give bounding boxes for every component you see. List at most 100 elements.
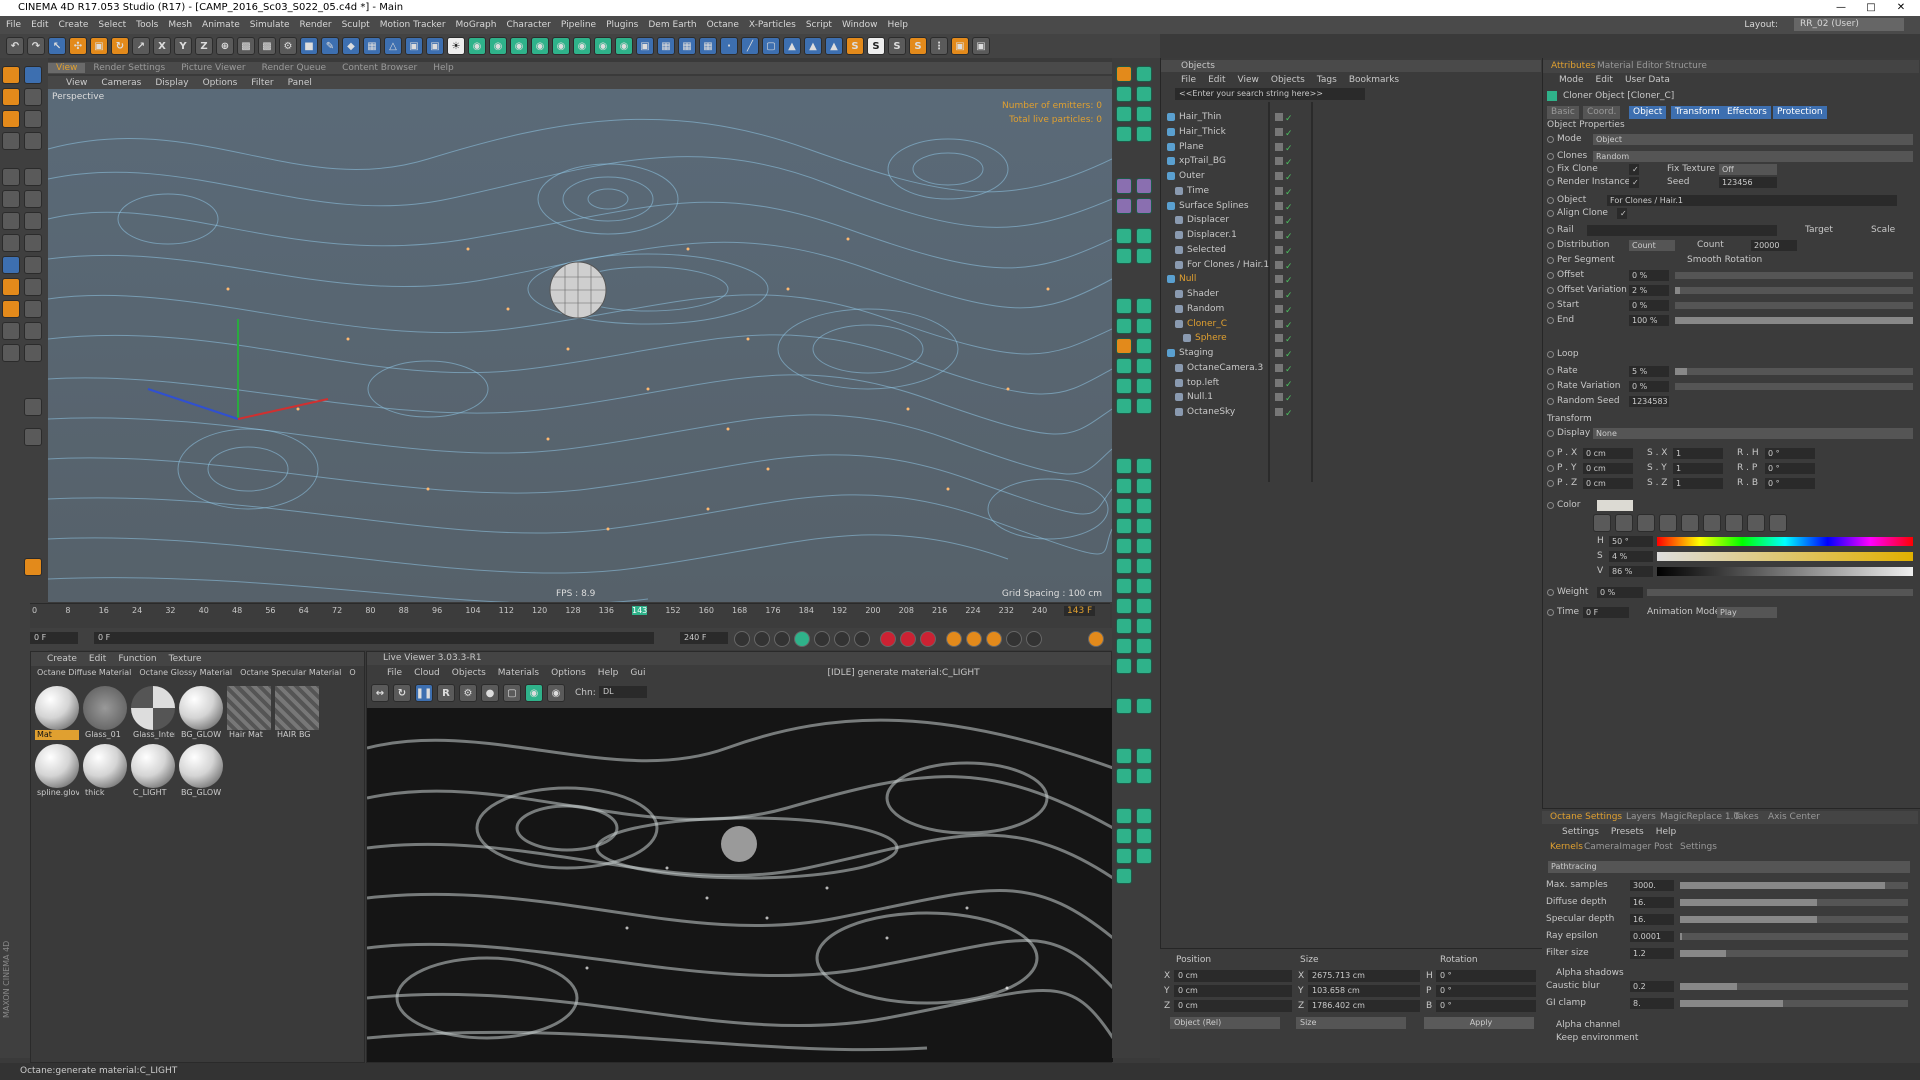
object-row[interactable]: Cloner_C ✓ [1161,317,1541,331]
vp-menu-view[interactable]: View [66,78,87,88]
tab-attributes[interactable]: Attributes [1547,60,1599,73]
mode-dropdown[interactable]: Object [1593,134,1913,145]
xp-dynamics-icon[interactable] [1136,638,1152,654]
z-axis-icon[interactable]: Z [195,37,213,55]
visibility-toggle[interactable] [1275,408,1283,416]
attr-menu-mode[interactable]: Mode [1559,75,1584,85]
points-mode-icon[interactable]: ⋅ [720,37,738,55]
visibility-toggle[interactable] [1275,186,1283,195]
object-row[interactable]: Sphere ✓ [1161,331,1541,345]
prev-key-icon[interactable] [754,631,770,647]
coord-size-z[interactable]: 1786.402 cm [1308,1000,1420,1012]
lock-plane-icon[interactable]: ▦ [699,37,717,55]
sx-field[interactable]: 1 [1673,448,1723,459]
tab-takes[interactable]: Takes [1730,811,1763,824]
oct-menu-presets[interactable]: Presets [1611,827,1644,837]
menu-edit[interactable]: Edit [31,20,48,30]
xp-change-icon[interactable] [1116,498,1132,514]
record-icon[interactable] [880,631,896,647]
object-row[interactable]: Time ✓ [1161,184,1541,198]
xp-generator-tool-icon[interactable] [1116,558,1132,574]
kernel-dropdown[interactable]: Pathtracing [1548,861,1910,873]
anim-dot[interactable] [1547,609,1554,616]
xp-icon-1[interactable] [1116,698,1132,714]
move-tool-icon[interactable]: ✣ [69,37,87,55]
octane-object-tag-icon[interactable] [1116,126,1132,142]
maximize-icon[interactable]: □ [1856,0,1886,16]
make-editable-icon[interactable] [2,66,20,84]
end-frame-field[interactable]: 240 F [680,632,728,644]
material-thick[interactable]: thick [83,744,127,800]
anim-dot[interactable] [1547,242,1554,249]
key-scale-icon[interactable] [966,631,982,647]
param-field[interactable]: 2 % [1629,285,1669,296]
clones-dropdown[interactable]: Random [1593,151,1913,162]
xp-wind-icon[interactable] [1136,228,1152,244]
xp-spawn-icon[interactable] [1116,478,1132,494]
xp-vortex-icon[interactable] [1136,248,1152,264]
xp-icon-12[interactable] [1136,848,1152,864]
xp-icon-10[interactable] [1136,828,1152,844]
oct-menu-help[interactable]: Help [1656,827,1677,837]
obj-menu-objects[interactable]: Objects [1271,75,1305,85]
param-field[interactable]: 0.0001 [1630,931,1674,942]
attr-menu-edit[interactable]: Edit [1596,75,1613,85]
xp-explode-icon[interactable] [1116,618,1132,634]
xp-icon-11[interactable] [1116,848,1132,864]
render-instances-checkbox[interactable]: ✓ [1629,177,1639,188]
arrange-tool-icon[interactable] [24,344,42,362]
param-field[interactable]: 3000. [1630,880,1674,891]
menu-motion-tracker[interactable]: Motion Tracker [380,20,446,30]
octane-light-icon[interactable] [1116,86,1132,102]
saturation-field[interactable]: 4 % [1609,551,1653,562]
subtab-coord[interactable]: Coord. [1583,106,1621,119]
object-row[interactable]: top.left ✓ [1161,376,1541,390]
brush-tool-icon[interactable] [24,190,42,208]
fire-tool-icon[interactable] [24,558,42,576]
menu-character[interactable]: Character [506,20,550,30]
xp-icon-4[interactable] [1136,748,1152,764]
anim-dot[interactable] [1547,480,1554,487]
timeline-settings-icon[interactable] [1088,631,1104,647]
anim-dot[interactable] [1547,272,1554,279]
tab-help[interactable]: Help [425,63,462,73]
rh-field[interactable]: 0 ° [1765,448,1815,459]
visibility-toggle[interactable] [1275,172,1283,180]
subtab-object[interactable]: Object [1629,106,1667,119]
menu-mesh[interactable]: Mesh [168,20,192,30]
list-tool-icon[interactable] [24,428,42,446]
distribution-dropdown[interactable]: Count [1629,240,1675,251]
vp-menu-options[interactable]: Options [203,78,238,88]
menu-select[interactable]: Select [98,20,126,30]
light-icon[interactable]: ☀ [447,37,465,55]
anim-dot[interactable] [1547,398,1554,405]
xp-icon-6[interactable] [1136,768,1152,784]
rect-select-icon[interactable] [24,256,42,274]
tab-picture-viewer[interactable]: Picture Viewer [173,63,253,73]
undo-icon[interactable]: ↶ [6,37,24,55]
minimize-icon[interactable]: — [1826,0,1856,16]
coord-pos-x[interactable]: 0 cm [1174,970,1292,982]
visibility-toggle[interactable] [1275,216,1283,225]
xp-push-icon[interactable] [1136,538,1152,554]
octane-render-output[interactable] [367,708,1113,1062]
xp-trail-icon[interactable]: ◉ [531,37,549,55]
anim-dot[interactable] [1547,589,1554,596]
xp-sound-icon[interactable] [1136,358,1152,374]
paint-tool-icon[interactable] [24,300,42,318]
material-hair-mat[interactable]: Hair Mat [227,686,271,742]
spectrum-icon[interactable] [1615,514,1633,532]
xp-action-icon[interactable] [1136,458,1152,474]
keyframe-icon[interactable] [920,631,936,647]
xp-freeze-icon[interactable] [1116,338,1132,354]
scale-tool-icon[interactable]: ▣ [90,37,108,55]
xp-skin-icon[interactable] [1136,598,1152,614]
subtab-cameraimager[interactable]: CameraImager [1580,841,1655,854]
octane-camera-tag-icon[interactable] [1136,126,1152,142]
workplane-tool-icon[interactable] [2,110,20,128]
xp-flock-icon[interactable] [1136,298,1152,314]
xp-gravity-icon[interactable] [1116,228,1132,244]
alpha-channel-label[interactable]: Alpha channel [1556,1019,1620,1032]
lv-pause-icon[interactable]: ❚❚ [415,684,433,702]
caustic-blur-slider[interactable] [1680,983,1908,990]
